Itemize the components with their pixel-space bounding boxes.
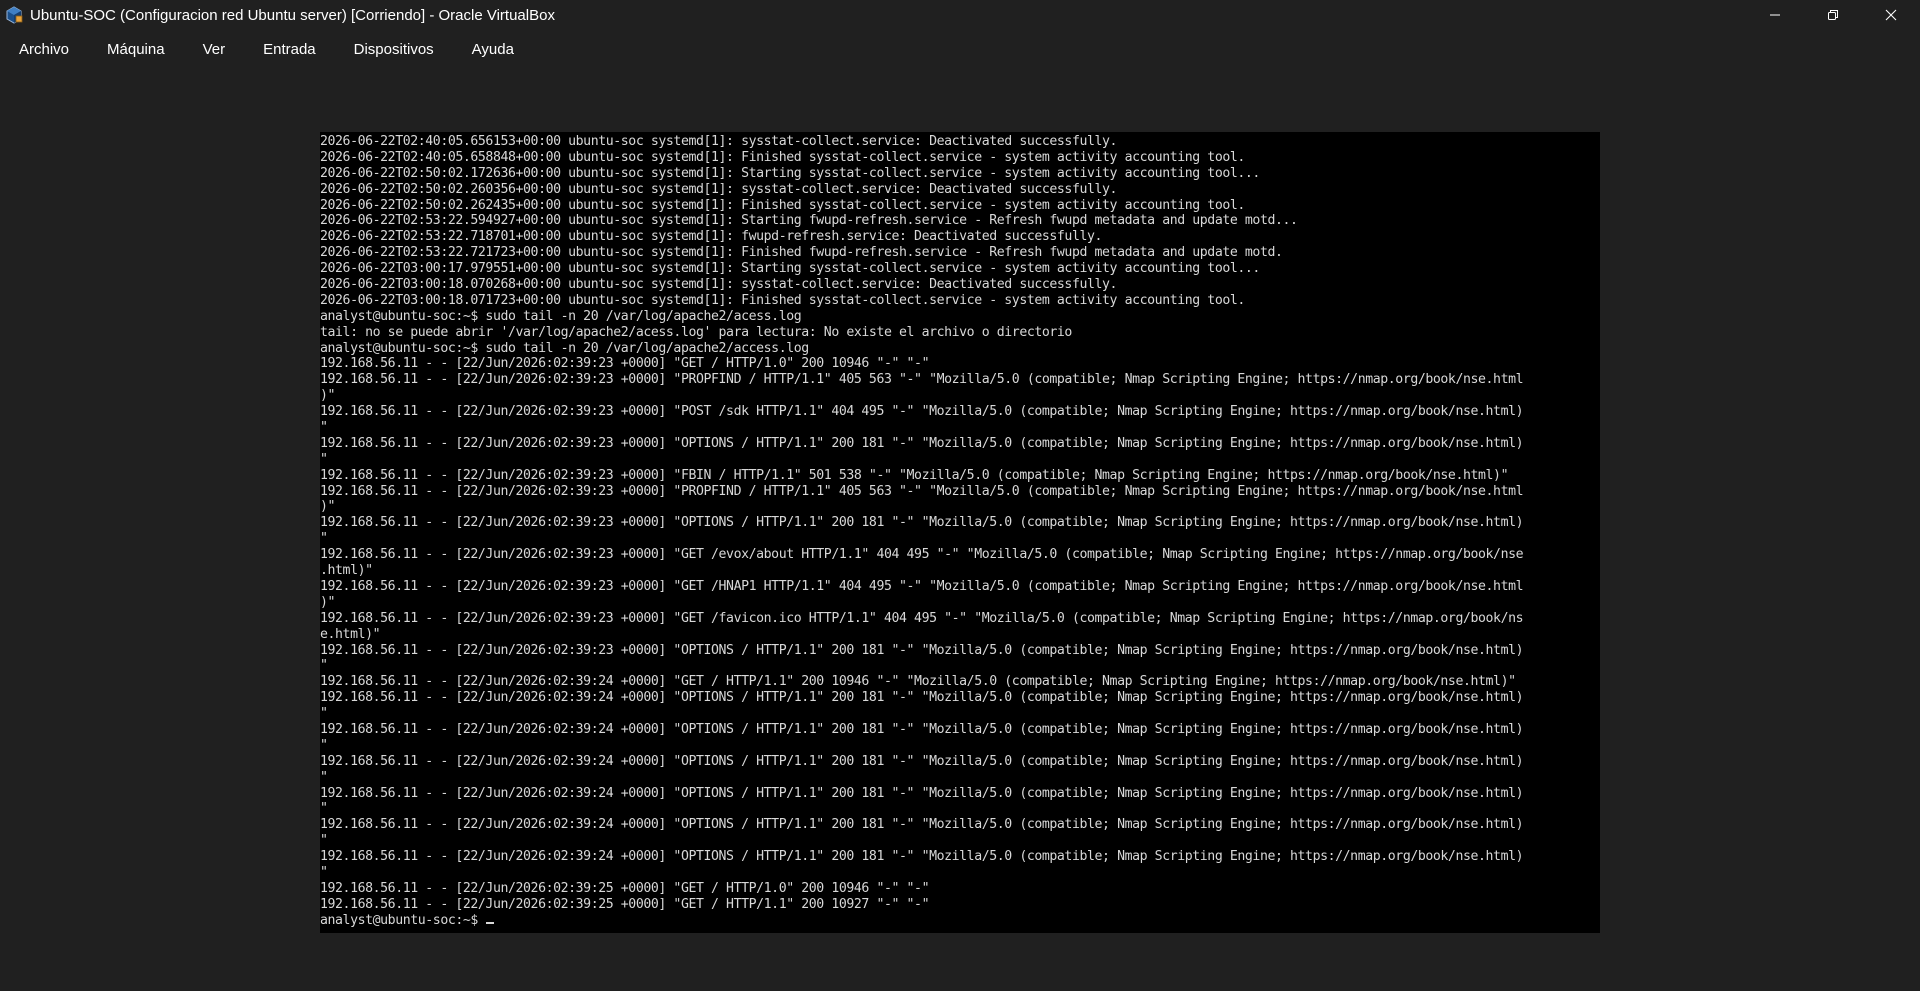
terminal-line: " [320, 658, 328, 674]
terminal-line: 192.168.56.11 - - [22/Jun/2026:02:39:24 … [320, 849, 1524, 865]
terminal-line: 192.168.56.11 - - [22/Jun/2026:02:39:23 … [320, 483, 1524, 499]
restore-icon [1828, 10, 1838, 20]
virtualbox-icon[interactable] [4, 5, 24, 25]
menu-bar: Archivo Máquina Ver Entrada Dispositivos… [0, 30, 1920, 68]
terminal-line: 192.168.56.11 - - [22/Jun/2026:02:39:25 … [320, 896, 930, 912]
terminal-line: 2026-06-22T02:53:22.718701+00:00 ubuntu-… [320, 229, 1103, 245]
terminal-line: 192.168.56.11 - - [22/Jun/2026:02:39:23 … [320, 515, 1524, 531]
terminal-line: 2026-06-22T03:00:18.070268+00:00 ubuntu-… [320, 277, 1118, 293]
window-title: Ubuntu-SOC (Configuracion red Ubuntu ser… [30, 6, 555, 24]
terminal-line: " [320, 864, 328, 880]
terminal-line: 2026-06-22T02:40:05.656153+00:00 ubuntu-… [320, 134, 1118, 149]
terminal-line: )" [320, 388, 336, 404]
terminal-line: 192.168.56.11 - - [22/Jun/2026:02:39:24 … [320, 721, 1524, 737]
terminal-line: 192.168.56.11 - - [22/Jun/2026:02:39:23 … [320, 467, 1509, 483]
terminal-line: 2026-06-22T02:50:02.172636+00:00 ubuntu-… [320, 165, 1260, 181]
terminal-cursor [486, 921, 495, 924]
minimize-icon [1770, 14, 1780, 16]
menu-maquina[interactable]: Máquina [88, 41, 184, 58]
terminal-line: )" [320, 499, 336, 515]
terminal-line: " [320, 801, 328, 817]
terminal-line: " [320, 833, 328, 849]
terminal-line: 192.168.56.11 - - [22/Jun/2026:02:39:24 … [320, 753, 1524, 769]
terminal-line: )" [320, 594, 336, 610]
terminal-line: 2026-06-22T03:00:17.979551+00:00 ubuntu-… [320, 261, 1260, 277]
terminal-line: 192.168.56.11 - - [22/Jun/2026:02:39:24 … [320, 817, 1524, 833]
terminal-line: 192.168.56.11 - - [22/Jun/2026:02:39:23 … [320, 372, 1524, 388]
terminal-line: 192.168.56.11 - - [22/Jun/2026:02:39:23 … [320, 356, 930, 372]
vm-terminal-console[interactable]: 2026-06-22T02:40:05.656153+00:00 ubuntu-… [320, 132, 1600, 933]
window-controls [1746, 0, 1920, 30]
terminal-line: 2026-06-22T03:00:18.071723+00:00 ubuntu-… [320, 292, 1245, 308]
terminal-line: 192.168.56.11 - - [22/Jun/2026:02:39:24 … [320, 690, 1524, 706]
terminal-line: tail: no se puede abrir '/var/log/apache… [320, 324, 1072, 340]
terminal-line: analyst@ubuntu-soc:~$ sudo tail -n 20 /v… [320, 308, 802, 324]
minimize-button[interactable] [1746, 0, 1804, 30]
terminal-line: 192.168.56.11 - - [22/Jun/2026:02:39:25 … [320, 880, 930, 896]
terminal-line: .html)" [320, 563, 373, 579]
menu-ver[interactable]: Ver [184, 41, 245, 58]
terminal-line: " [320, 420, 328, 436]
terminal-line: 2026-06-22T02:40:05.658848+00:00 ubuntu-… [320, 149, 1245, 165]
terminal-line: analyst@ubuntu-soc:~$ sudo tail -n 20 /v… [320, 340, 809, 356]
menu-archivo[interactable]: Archivo [0, 41, 88, 58]
menu-dispositivos[interactable]: Dispositivos [335, 41, 453, 58]
terminal-line: 2026-06-22T02:50:02.260356+00:00 ubuntu-… [320, 181, 1118, 197]
terminal-line: e.html)" [320, 626, 381, 642]
terminal-line: " [320, 531, 328, 547]
title-bar: Ubuntu-SOC (Configuracion red Ubuntu ser… [0, 0, 1920, 30]
terminal-line: 192.168.56.11 - - [22/Jun/2026:02:39:24 … [320, 785, 1524, 801]
terminal-line: 192.168.56.11 - - [22/Jun/2026:02:39:23 … [320, 435, 1524, 451]
close-icon [1885, 9, 1897, 21]
terminal-line: 192.168.56.11 - - [22/Jun/2026:02:39:23 … [320, 610, 1524, 626]
restore-button[interactable] [1804, 0, 1862, 30]
terminal-line: 2026-06-22T02:53:22.721723+00:00 ubuntu-… [320, 245, 1283, 261]
terminal-line: analyst@ubuntu-soc:~$ [320, 913, 1600, 929]
terminal-line: 192.168.56.11 - - [22/Jun/2026:02:39:23 … [320, 404, 1524, 420]
terminal-line: 192.168.56.11 - - [22/Jun/2026:02:39:24 … [320, 674, 1516, 690]
terminal-line: " [320, 737, 328, 753]
terminal-line: " [320, 769, 328, 785]
terminal-line: 2026-06-22T02:50:02.262435+00:00 ubuntu-… [320, 197, 1245, 213]
terminal-line: " [320, 706, 328, 722]
menu-ayuda[interactable]: Ayuda [453, 41, 533, 58]
terminal-line: 192.168.56.11 - - [22/Jun/2026:02:39:23 … [320, 547, 1524, 563]
terminal-line: 192.168.56.11 - - [22/Jun/2026:02:39:23 … [320, 642, 1524, 658]
menu-entrada[interactable]: Entrada [244, 41, 335, 58]
terminal-line: " [320, 451, 328, 467]
close-button[interactable] [1862, 0, 1920, 30]
terminal-line: 2026-06-22T02:53:22.594927+00:00 ubuntu-… [320, 213, 1298, 229]
terminal-line: 192.168.56.11 - - [22/Jun/2026:02:39:23 … [320, 578, 1524, 594]
